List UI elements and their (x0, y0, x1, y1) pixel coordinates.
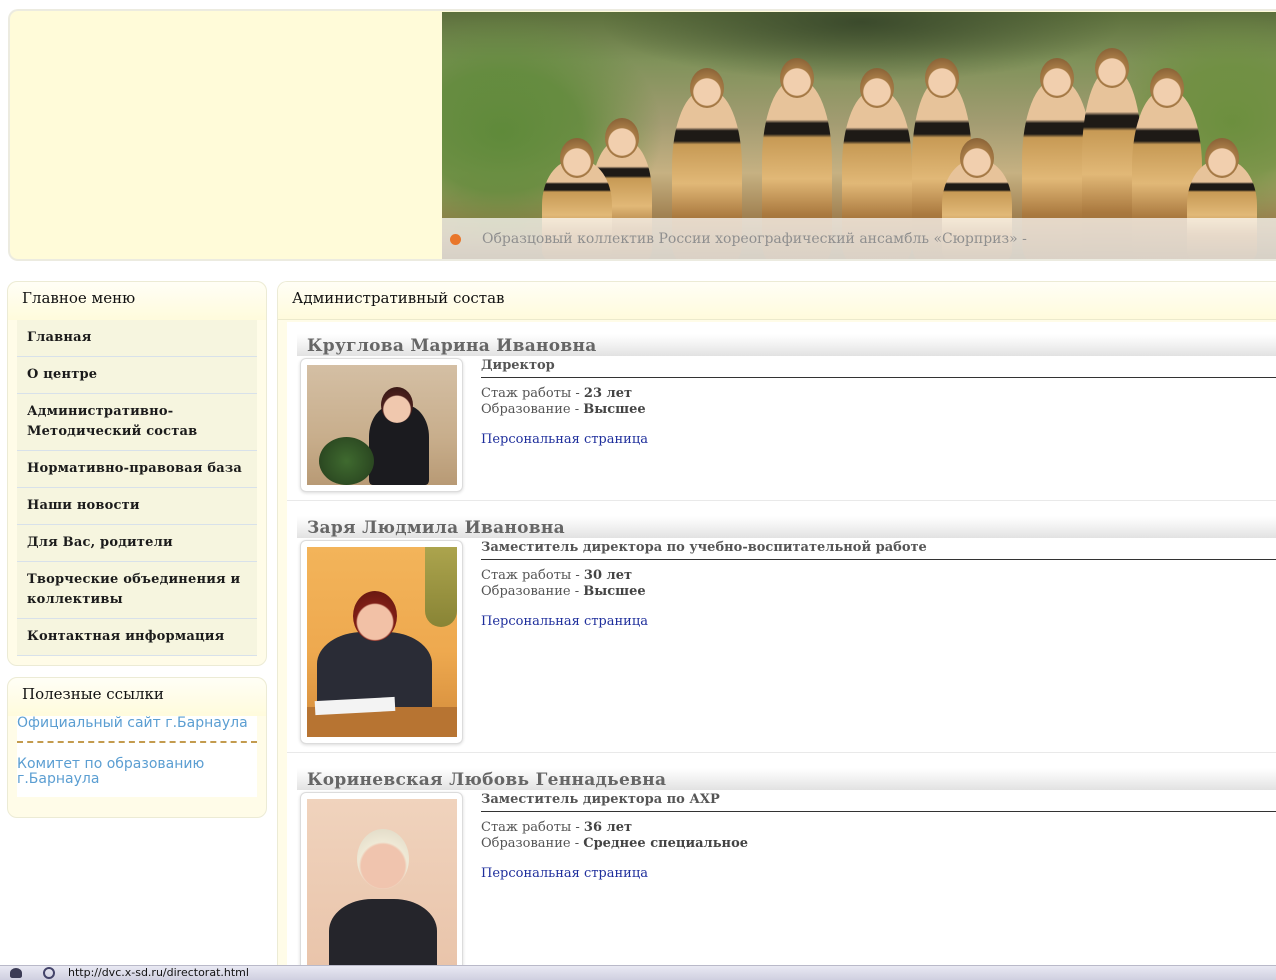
menu-item-contacts[interactable]: Контактная информация (17, 619, 257, 656)
link-barnaul-official[interactable]: Официальный сайт г.Барнаула (17, 716, 257, 741)
experience-value: 23 лет (583, 386, 633, 401)
useful-links-list: Официальный сайт г.Барнаула Комитет по о… (17, 716, 257, 797)
personal-page-link[interactable]: Персональная страница (481, 866, 648, 881)
main-menu-title: Главное меню (8, 282, 266, 320)
status-url: http://dvc.x-sd.ru/directorat.html (68, 966, 249, 979)
staff-card: Заря Людмила Ивановна Заместитель директ… (297, 516, 1276, 744)
site-header: Образцовый коллектив России хореографиче… (8, 9, 1276, 261)
menu-item-legal[interactable]: Нормативно-правовая база (17, 451, 257, 488)
personal-page-link[interactable]: Персональная страница (481, 432, 648, 447)
staff-photo (307, 799, 457, 969)
banner-caption: Образцовый коллектив России хореографиче… (482, 231, 1027, 247)
browser-status-bar: http://dvc.x-sd.ru/directorat.html (0, 965, 1276, 980)
main-content: Административный состав Круглова Марина … (277, 281, 1276, 980)
staff-info: Заместитель директора по АХР Стаж работы… (481, 792, 1276, 881)
staff-card: Кориневская Любовь Геннадьевна Заместите… (297, 768, 1276, 976)
experience-value: 36 лет (583, 820, 633, 835)
dashed-divider (17, 741, 257, 743)
education-value: Среднее специальное (583, 836, 749, 851)
staff-card: Круглова Марина Ивановна Директор Стаж р… (297, 334, 1276, 492)
staff-position: Заместитель директора по АХР (481, 792, 1276, 812)
staff-photo-frame (300, 540, 463, 744)
staff-list: Круглова Марина Ивановна Директор Стаж р… (287, 322, 1276, 980)
link-education-committee[interactable]: Комитет по образованию г.Барнаула (17, 757, 257, 797)
divider (287, 500, 1276, 501)
menu-item-news[interactable]: Наши новости (17, 488, 257, 525)
main-menu-list: Главная О центре Административно-Методич… (17, 320, 257, 656)
menu-item-groups[interactable]: Творческие объединения и коллективы (17, 562, 257, 619)
personal-page-link[interactable]: Персональная страница (481, 614, 648, 629)
staff-photo (307, 365, 457, 485)
menu-item-parents[interactable]: Для Вас, родители (17, 525, 257, 562)
staff-position: Заместитель директора по учебно-воспитат… (481, 540, 1276, 560)
divider (287, 752, 1276, 753)
network-icon (10, 968, 22, 978)
staff-photo (307, 547, 457, 737)
staff-photo-frame (300, 358, 463, 492)
staff-photo-frame (300, 792, 463, 976)
staff-info: Заместитель директора по учебно-воспитат… (481, 540, 1276, 629)
main-menu-box: Главное меню Главная О центре Администра… (7, 281, 267, 666)
security-icon (43, 967, 55, 979)
bullet-dot-icon (450, 233, 461, 245)
useful-links-title: Полезные ссылки (8, 678, 266, 716)
staff-name: Кориневская Любовь Геннадьевна (297, 768, 1276, 790)
staff-info: Директор Стаж работы - 23 лет Образовани… (481, 358, 1276, 447)
page-title: Административный состав (278, 282, 1276, 320)
staff-position: Директор (481, 358, 1276, 378)
useful-links-box: Полезные ссылки Официальный сайт г.Барна… (7, 677, 267, 818)
menu-item-home[interactable]: Главная (17, 320, 257, 357)
experience-value: 30 лет (583, 568, 633, 583)
staff-name: Заря Людмила Ивановна (297, 516, 1276, 538)
staff-name: Круглова Марина Ивановна (297, 334, 1276, 356)
menu-item-staff[interactable]: Административно-Методический состав (17, 394, 257, 451)
education-value: Высшее (583, 402, 646, 417)
menu-item-about[interactable]: О центре (17, 357, 257, 394)
education-value: Высшее (583, 584, 646, 599)
banner-dancers-photo: Образцовый коллектив России хореографиче… (442, 12, 1276, 259)
banner-caption-bar: Образцовый коллектив России хореографиче… (442, 218, 1276, 259)
